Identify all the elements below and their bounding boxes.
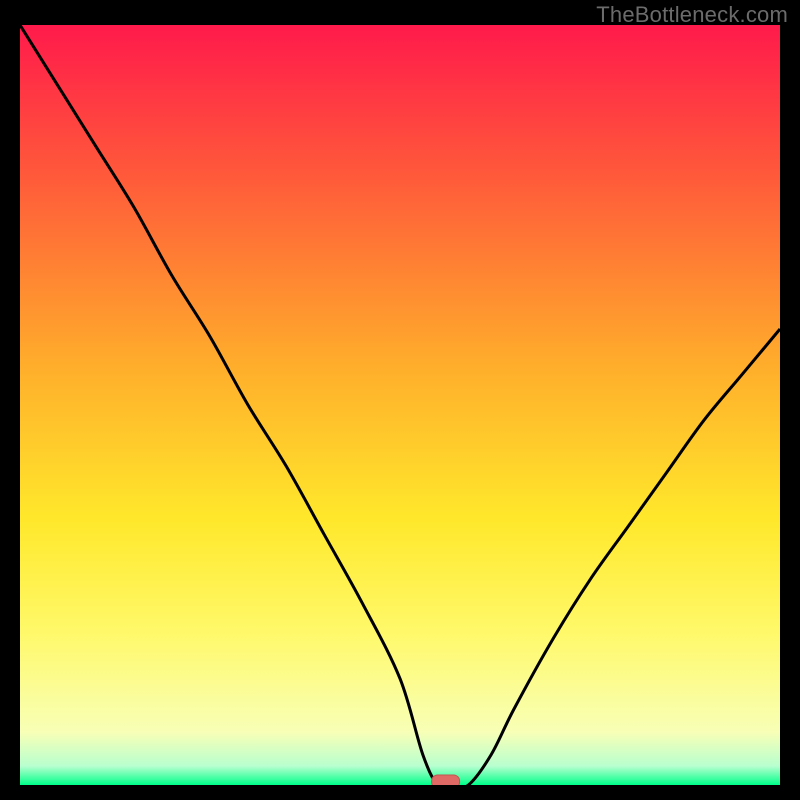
optimum-marker — [432, 775, 460, 785]
chart-frame: { "watermark": "TheBottleneck.com", "col… — [0, 0, 800, 800]
bottleneck-chart — [20, 25, 780, 785]
chart-canvas — [20, 25, 780, 785]
gradient-background — [20, 25, 780, 785]
